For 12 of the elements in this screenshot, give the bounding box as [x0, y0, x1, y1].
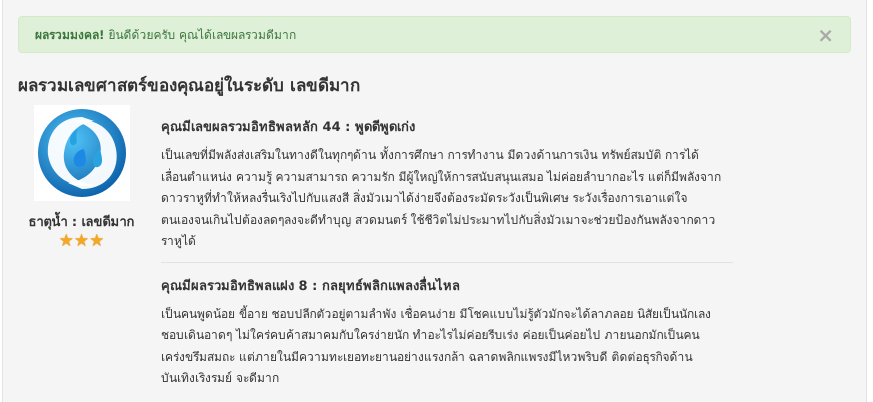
element-caption: ธาตุน้ำ : เลขดีมาก [28, 211, 135, 232]
result-heading: ผลรวมเลขศาสตร์ของคุณอยู่ในระดับ เลขดีมาก [18, 74, 361, 98]
star-icon: ★ [58, 232, 74, 250]
star-icon: ★ [74, 232, 90, 250]
section-title: คุณมีผลรวมอิทธิพลแฝง 8 : กลยุทธ์พลิกแพลงลื่นไหล [161, 276, 461, 296]
close-button[interactable]: × [817, 24, 834, 44]
water-drops-icon [34, 105, 130, 201]
star-icon: ★ [89, 232, 104, 250]
section-title: คุณมีเลขผลรวมอิทธิพลหลัก 44 : พูดดีพูดเก่ง [161, 118, 416, 137]
section-text: เป็นเลขที่มีพลังส่งเสริมในทางดีในทุกๆด้าน ทั้งการศึกษา การทำงาน มีดวงด้านการเงิน ทรัพย์สมบัติ การได้ เลื่อนตำแหน่ง ความรู้ ความสามารถ ความรัก มีผู้ใหญ่ให้การสนับสนุนเสมอ ไม่ค่อยลำบากอะไร แต่ก็มีพลังจาก ดาวราหูที่ทำให้หลงรื่นเริงไปกับแสงสี สิ่งมัวเมาได้ง่ายจึงต้องระมัดระวังเป็นพิเศษ ระวังเรื่องการเอาแต่ใจ ตนเองจนเกินไปต้องลดๆลงจะดีทำบุญ สวดมนตร์ ใช้ชีวิตไม่ประมาทไปกับสิ่งมัวเมาจะช่วยป้องกันพลังจากดาว ราหูได้ [161, 145, 722, 250]
section-text: เป็นคนพูดน้อย ขี้อาย ชอบปลีกตัวอยู่ตามลำพัง เชื่อคนง่าย มีโชคแบบไม่รู้ตัวมักจะได้ลาภลอย นิสัยเป็นนักเลง ชอบเดินอาดๆ ไม่ใคร่คบค้าสมาคมกับใครง่ายนัก ทำอะไรไม่ค่อยรีบเร่ง ค่อยเป็นค่อยไป ภายนอกมักเป็นคน เคร่งขรึมสมถะ แต่ภายในมีความทะเยอทะยานอย่างแรงกล้า ฉลาดพลิกแพรงมีไหวพริบดี ติดต่อธุรกิจด้าน บันเทิงเริงรมย์ จะดีมาก [161, 304, 712, 387]
alert-message: ผลรวมมงคล! ยินดีด้วยครับ คุณได้เลขผลรวมดีมาก [35, 27, 296, 44]
